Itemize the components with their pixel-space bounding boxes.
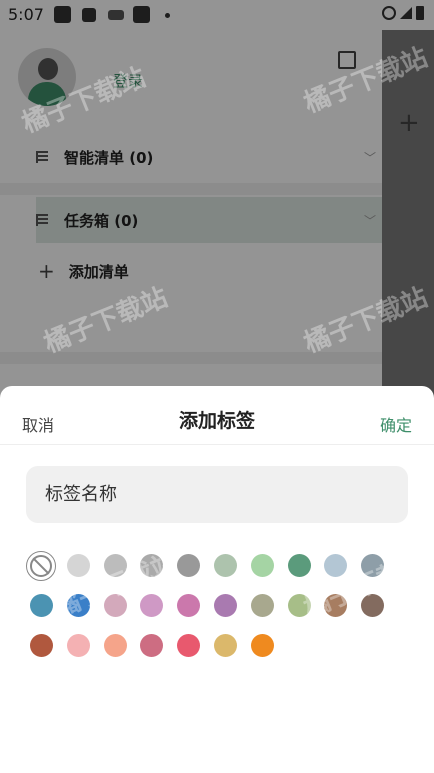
color-swatch[interactable] xyxy=(214,634,237,657)
color-swatch[interactable] xyxy=(66,634,90,657)
color-swatch[interactable] xyxy=(103,634,127,657)
sheet-title: 添加标签 xyxy=(178,410,255,432)
color-swatch[interactable] xyxy=(214,594,237,617)
confirm-button[interactable]: 确定 xyxy=(380,412,412,436)
tag-name-input[interactable] xyxy=(26,466,408,523)
sheet-header: 取消 添加标签 确定 xyxy=(0,386,434,445)
color-swatch[interactable] xyxy=(250,634,274,657)
color-swatch[interactable] xyxy=(287,554,311,577)
no-color-icon xyxy=(30,555,52,577)
color-swatch[interactable] xyxy=(250,554,274,577)
no-color-swatch[interactable] xyxy=(26,551,56,581)
color-swatch[interactable] xyxy=(214,554,237,577)
color-swatch[interactable] xyxy=(30,634,53,657)
color-swatch[interactable] xyxy=(66,554,90,577)
color-swatch[interactable] xyxy=(250,594,274,617)
